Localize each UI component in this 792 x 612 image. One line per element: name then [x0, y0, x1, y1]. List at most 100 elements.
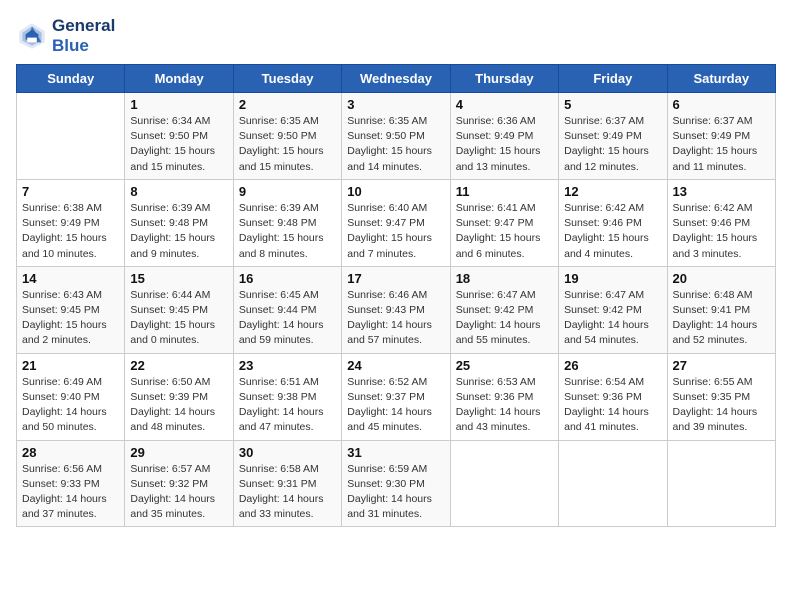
day-info: Sunrise: 6:51 AM Sunset: 9:38 PM Dayligh… — [239, 375, 336, 436]
day-number: 22 — [130, 358, 227, 373]
weekday-header-monday: Monday — [125, 65, 233, 93]
day-info: Sunrise: 6:42 AM Sunset: 9:46 PM Dayligh… — [564, 201, 661, 262]
weekday-header-wednesday: Wednesday — [342, 65, 450, 93]
day-number: 1 — [130, 97, 227, 112]
day-info: Sunrise: 6:35 AM Sunset: 9:50 PM Dayligh… — [347, 114, 444, 175]
calendar-cell: 2 Sunrise: 6:35 AM Sunset: 9:50 PM Daylig… — [233, 93, 341, 180]
day-number: 4 — [456, 97, 553, 112]
day-info: Sunrise: 6:49 AM Sunset: 9:40 PM Dayligh… — [22, 375, 119, 436]
day-number: 27 — [673, 358, 770, 373]
day-info: Sunrise: 6:41 AM Sunset: 9:47 PM Dayligh… — [456, 201, 553, 262]
logo-icon — [16, 20, 48, 52]
day-info: Sunrise: 6:58 AM Sunset: 9:31 PM Dayligh… — [239, 462, 336, 523]
day-number: 21 — [22, 358, 119, 373]
day-info: Sunrise: 6:57 AM Sunset: 9:32 PM Dayligh… — [130, 462, 227, 523]
day-number: 24 — [347, 358, 444, 373]
calendar-week-2: 7Sunrise: 6:38 AM Sunset: 9:49 PM Daylig… — [17, 179, 776, 266]
day-number: 9 — [239, 184, 336, 199]
day-number: 13 — [673, 184, 770, 199]
weekday-header-saturday: Saturday — [667, 65, 775, 93]
calendar-cell — [559, 440, 667, 527]
day-info: Sunrise: 6:55 AM Sunset: 9:35 PM Dayligh… — [673, 375, 770, 436]
day-number: 15 — [130, 271, 227, 286]
calendar-cell: 29 Sunrise: 6:57 AM Sunset: 9:32 PM Dayli… — [125, 440, 233, 527]
day-info: Sunrise: 6:44 AM Sunset: 9:45 PM Dayligh… — [130, 288, 227, 349]
calendar-cell: 21 Sunrise: 6:49 AM Sunset: 9:40 PM Dayli… — [17, 353, 125, 440]
calendar-cell: 15 Sunrise: 6:44 AM Sunset: 9:45 PM Dayli… — [125, 266, 233, 353]
calendar-week-4: 21 Sunrise: 6:49 AM Sunset: 9:40 PM Dayli… — [17, 353, 776, 440]
day-number: 23 — [239, 358, 336, 373]
day-info: Sunrise: 6:34 AM Sunset: 9:50 PM Dayligh… — [130, 114, 227, 175]
day-number: 18 — [456, 271, 553, 286]
day-info: Sunrise: 6:45 AM Sunset: 9:44 PM Dayligh… — [239, 288, 336, 349]
calendar-cell: 16 Sunrise: 6:45 AM Sunset: 9:44 PM Dayli… — [233, 266, 341, 353]
day-number: 30 — [239, 445, 336, 460]
day-info: Sunrise: 6:37 AM Sunset: 9:49 PM Dayligh… — [564, 114, 661, 175]
calendar-table: SundayMondayTuesdayWednesdayThursdayFrid… — [16, 64, 776, 527]
day-info: Sunrise: 6:53 AM Sunset: 9:36 PM Dayligh… — [456, 375, 553, 436]
day-number: 14 — [22, 271, 119, 286]
header: General Blue — [16, 16, 776, 56]
day-number: 31 — [347, 445, 444, 460]
day-number: 16 — [239, 271, 336, 286]
calendar-cell: 18Sunrise: 6:47 AM Sunset: 9:42 PM Dayli… — [450, 266, 558, 353]
day-info: Sunrise: 6:48 AM Sunset: 9:41 PM Dayligh… — [673, 288, 770, 349]
day-number: 10 — [347, 184, 444, 199]
calendar-cell: 19 Sunrise: 6:47 AM Sunset: 9:42 PM Dayli… — [559, 266, 667, 353]
day-info: Sunrise: 6:59 AM Sunset: 9:30 PM Dayligh… — [347, 462, 444, 523]
day-info: Sunrise: 6:37 AM Sunset: 9:49 PM Dayligh… — [673, 114, 770, 175]
calendar-cell: 4 Sunrise: 6:36 AM Sunset: 9:49 PM Daylig… — [450, 93, 558, 180]
day-number: 19 — [564, 271, 661, 286]
day-number: 17 — [347, 271, 444, 286]
day-number: 29 — [130, 445, 227, 460]
day-number: 2 — [239, 97, 336, 112]
day-info: Sunrise: 6:46 AM Sunset: 9:43 PM Dayligh… — [347, 288, 444, 349]
day-info: Sunrise: 6:39 AM Sunset: 9:48 PM Dayligh… — [130, 201, 227, 262]
day-number: 12 — [564, 184, 661, 199]
calendar-cell: 31 Sunrise: 6:59 AM Sunset: 9:30 PM Dayli… — [342, 440, 450, 527]
calendar-cell — [667, 440, 775, 527]
calendar-cell: 9 Sunrise: 6:39 AM Sunset: 9:48 PM Daylig… — [233, 179, 341, 266]
calendar-cell: 27 Sunrise: 6:55 AM Sunset: 9:35 PM Dayli… — [667, 353, 775, 440]
day-info: Sunrise: 6:56 AM Sunset: 9:33 PM Dayligh… — [22, 462, 119, 523]
day-number: 3 — [347, 97, 444, 112]
calendar-cell: 17 Sunrise: 6:46 AM Sunset: 9:43 PM Dayli… — [342, 266, 450, 353]
calendar-cell: 20 Sunrise: 6:48 AM Sunset: 9:41 PM Dayli… — [667, 266, 775, 353]
calendar-cell: 1 Sunrise: 6:34 AM Sunset: 9:50 PM Daylig… — [125, 93, 233, 180]
calendar-cell: 8Sunrise: 6:39 AM Sunset: 9:48 PM Daylig… — [125, 179, 233, 266]
day-info: Sunrise: 6:54 AM Sunset: 9:36 PM Dayligh… — [564, 375, 661, 436]
calendar-week-1: 1 Sunrise: 6:34 AM Sunset: 9:50 PM Daylig… — [17, 93, 776, 180]
calendar-cell: 26 Sunrise: 6:54 AM Sunset: 9:36 PM Dayli… — [559, 353, 667, 440]
weekday-header-friday: Friday — [559, 65, 667, 93]
calendar-week-3: 14 Sunrise: 6:43 AM Sunset: 9:45 PM Dayli… — [17, 266, 776, 353]
weekday-header-thursday: Thursday — [450, 65, 558, 93]
day-info: Sunrise: 6:38 AM Sunset: 9:49 PM Dayligh… — [22, 201, 119, 262]
calendar-cell: 11 Sunrise: 6:41 AM Sunset: 9:47 PM Dayli… — [450, 179, 558, 266]
day-info: Sunrise: 6:39 AM Sunset: 9:48 PM Dayligh… — [239, 201, 336, 262]
calendar-cell: 10Sunrise: 6:40 AM Sunset: 9:47 PM Dayli… — [342, 179, 450, 266]
calendar-cell: 7Sunrise: 6:38 AM Sunset: 9:49 PM Daylig… — [17, 179, 125, 266]
day-number: 20 — [673, 271, 770, 286]
day-info: Sunrise: 6:52 AM Sunset: 9:37 PM Dayligh… — [347, 375, 444, 436]
day-number: 11 — [456, 184, 553, 199]
weekday-header-sunday: Sunday — [17, 65, 125, 93]
day-info: Sunrise: 6:35 AM Sunset: 9:50 PM Dayligh… — [239, 114, 336, 175]
calendar-cell: 14 Sunrise: 6:43 AM Sunset: 9:45 PM Dayli… — [17, 266, 125, 353]
calendar-cell — [17, 93, 125, 180]
calendar-cell: 30 Sunrise: 6:58 AM Sunset: 9:31 PM Dayli… — [233, 440, 341, 527]
calendar-cell: 6Sunrise: 6:37 AM Sunset: 9:49 PM Daylig… — [667, 93, 775, 180]
calendar-cell — [450, 440, 558, 527]
calendar-cell: 24 Sunrise: 6:52 AM Sunset: 9:37 PM Dayli… — [342, 353, 450, 440]
logo-text: General Blue — [52, 16, 115, 56]
day-number: 26 — [564, 358, 661, 373]
calendar-cell: 22Sunrise: 6:50 AM Sunset: 9:39 PM Dayli… — [125, 353, 233, 440]
logo: General Blue — [16, 16, 115, 56]
day-info: Sunrise: 6:47 AM Sunset: 9:42 PM Dayligh… — [564, 288, 661, 349]
day-info: Sunrise: 6:43 AM Sunset: 9:45 PM Dayligh… — [22, 288, 119, 349]
calendar-week-5: 28Sunrise: 6:56 AM Sunset: 9:33 PM Dayli… — [17, 440, 776, 527]
day-info: Sunrise: 6:42 AM Sunset: 9:46 PM Dayligh… — [673, 201, 770, 262]
day-number: 5 — [564, 97, 661, 112]
day-info: Sunrise: 6:36 AM Sunset: 9:49 PM Dayligh… — [456, 114, 553, 175]
calendar-cell: 25Sunrise: 6:53 AM Sunset: 9:36 PM Dayli… — [450, 353, 558, 440]
calendar-cell: 23 Sunrise: 6:51 AM Sunset: 9:38 PM Dayli… — [233, 353, 341, 440]
